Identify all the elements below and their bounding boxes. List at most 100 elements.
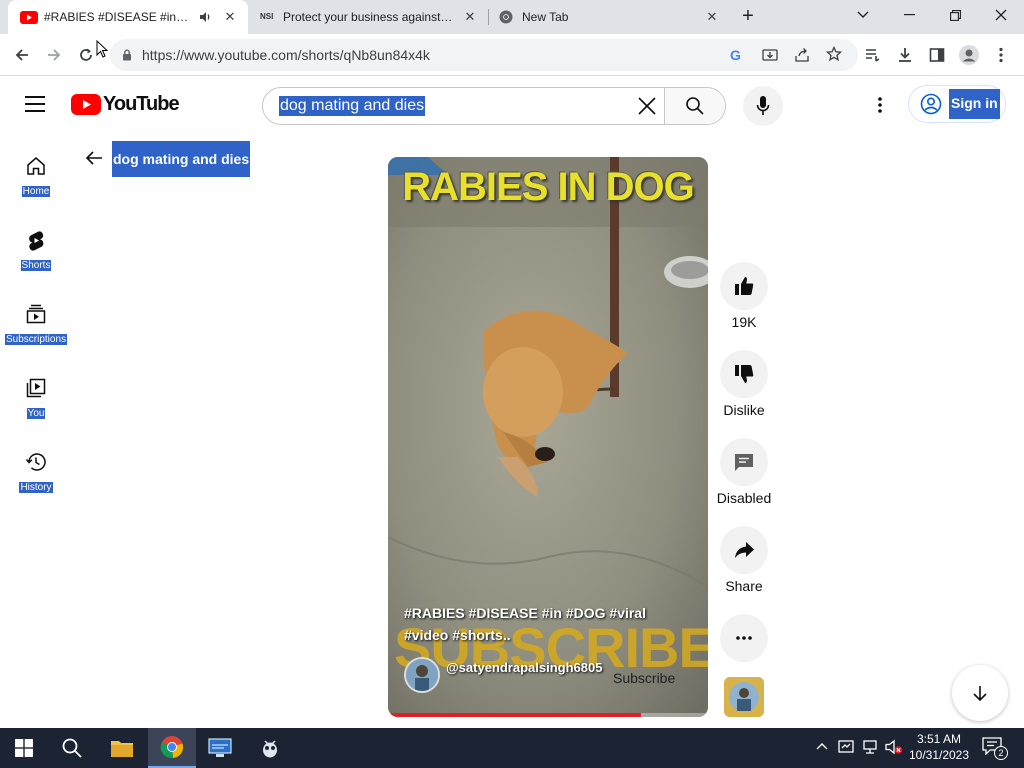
library-icon	[25, 377, 47, 399]
search-box[interactable]: dog mating and dies	[262, 87, 726, 125]
sidebar-item-label: You	[26, 408, 46, 419]
sound-thumbnail[interactable]	[724, 677, 764, 717]
sidebar-item-label: Subscriptions	[4, 334, 68, 345]
forward-button[interactable]	[41, 42, 67, 68]
downloads-icon[interactable]	[892, 42, 918, 68]
subscriptions-icon	[25, 303, 47, 325]
close-window-button[interactable]	[978, 0, 1024, 30]
nsi-favicon-icon: NSI	[260, 12, 274, 21]
youtube-header: YouTube dog mating and dies Sign in	[0, 77, 1024, 133]
start-button[interactable]	[0, 728, 48, 768]
app-taskbar-button[interactable]	[246, 728, 294, 768]
network-app-button[interactable]	[196, 728, 244, 768]
close-tab-icon[interactable]: ✕	[222, 9, 238, 25]
search-button[interactable]	[665, 88, 725, 124]
search-query-label: dog mating and dies	[112, 141, 251, 177]
thumbs-down-icon	[735, 365, 754, 383]
microphone-icon	[756, 96, 770, 115]
sidebar-item-shorts[interactable]: Shorts	[0, 229, 72, 299]
search-input[interactable]: dog mating and dies	[279, 96, 426, 116]
more-actions-button[interactable]	[720, 614, 768, 662]
taskbar-clock[interactable]: 3:51 AM 10/31/2023	[904, 731, 974, 763]
share-label: Share	[725, 578, 763, 594]
reading-list-icon[interactable]	[860, 42, 886, 68]
notifications-button[interactable]: 2	[982, 737, 1008, 760]
next-short-button[interactable]	[952, 665, 1008, 721]
dislike-button[interactable]	[720, 350, 768, 398]
youtube-favicon-icon	[20, 11, 38, 24]
profile-avatar-icon[interactable]	[956, 42, 982, 68]
tab-separator	[488, 9, 489, 25]
tab-protect-business[interactable]: NSI Protect your business against ne ✕	[250, 0, 486, 34]
settings-menu-icon[interactable]	[878, 97, 882, 113]
tab-search-icon[interactable]	[840, 0, 886, 30]
sign-in-button[interactable]: Sign in	[908, 85, 1006, 123]
channel-avatar[interactable]	[404, 657, 440, 693]
sidebar-item-subscriptions[interactable]: Subscriptions	[0, 303, 72, 373]
search-icon	[686, 97, 704, 115]
thumbs-up-icon	[735, 277, 754, 295]
sidebar-item-label: Shorts	[20, 260, 52, 271]
sidebar-item-home[interactable]: Home	[0, 155, 72, 225]
hamburger-menu-icon[interactable]	[24, 95, 46, 113]
clear-search-icon[interactable]	[637, 96, 657, 116]
network-icon[interactable]	[862, 739, 878, 755]
url-text: https://www.youtube.com/shorts/qNb8un84x…	[142, 47, 430, 63]
like-button[interactable]	[720, 262, 768, 310]
comment-icon	[735, 454, 753, 471]
video-progress-fill	[388, 713, 641, 717]
shorts-video-player[interactable]: RABIES IN DOG SUBSCRIBE #RABIES #DISEASE…	[388, 157, 708, 717]
share-icon	[735, 542, 754, 558]
sidebar-item-history[interactable]: History	[0, 451, 72, 521]
browser-menu-icon[interactable]	[988, 42, 1014, 68]
comments-label: Disabled	[716, 490, 772, 506]
address-bar[interactable]: https://www.youtube.com/shorts/qNb8un84x…	[110, 39, 858, 71]
bookmark-star-icon[interactable]	[826, 46, 842, 62]
video-caption[interactable]: #RABIES #DISEASE #in #DOG #viral #video …	[404, 602, 694, 646]
tab-youtube-short[interactable]: #RABIES #DISEASE #in #DOG ✕	[8, 0, 248, 34]
sidebar-item-label: Home	[21, 186, 51, 197]
browser-toolbar: https://www.youtube.com/shorts/qNb8un84x…	[0, 34, 1024, 76]
restore-button[interactable]	[932, 0, 978, 30]
minimize-button[interactable]	[886, 0, 932, 30]
video-progress-bar[interactable]	[388, 713, 708, 717]
channel-name[interactable]: @satyendrapalsingh6805	[446, 659, 606, 677]
google-icon[interactable]: G	[730, 47, 741, 63]
subscribe-button[interactable]: Subscribe	[613, 670, 675, 686]
close-tab-icon[interactable]: ✕	[462, 9, 478, 25]
history-icon	[25, 451, 47, 473]
account-icon	[920, 93, 942, 115]
taskbar-search-button[interactable]	[48, 728, 96, 768]
youtube-logo[interactable]: YouTube	[71, 93, 180, 117]
folder-icon	[111, 741, 133, 757]
new-tab-button[interactable]: +	[737, 5, 759, 27]
comments-button[interactable]	[720, 438, 768, 486]
sidebar-item-you[interactable]: You	[0, 377, 72, 447]
voice-search-button[interactable]	[743, 86, 783, 126]
back-arrow-icon[interactable]	[84, 148, 104, 168]
share-page-icon[interactable]	[794, 47, 810, 63]
file-explorer-button[interactable]	[98, 728, 146, 768]
tab-title: Protect your business against ne	[283, 10, 453, 24]
install-app-icon[interactable]	[762, 47, 778, 63]
arrow-down-icon	[973, 686, 987, 702]
youtube-logo-text: YouTube	[103, 93, 180, 115]
chrome-favicon-icon	[499, 10, 513, 24]
mouse-cursor-icon	[96, 40, 108, 58]
tab-new-tab[interactable]: New Tab ✕	[490, 0, 728, 34]
tray-app-icon[interactable]	[838, 739, 854, 755]
like-count: 19K	[731, 314, 757, 330]
dislike-label: Dislike	[723, 402, 765, 418]
volume-muted-icon[interactable]	[885, 739, 903, 755]
audio-playing-icon[interactable]	[198, 10, 212, 24]
chrome-taskbar-button[interactable]	[148, 728, 196, 768]
video-overlay-title: RABIES IN DOG	[402, 165, 694, 209]
notification-count: 2	[994, 746, 1008, 760]
back-button[interactable]	[9, 42, 35, 68]
close-tab-icon[interactable]: ✕	[704, 9, 720, 25]
home-icon	[25, 155, 47, 177]
share-button[interactable]	[720, 526, 768, 574]
side-panel-icon[interactable]	[924, 42, 950, 68]
show-hidden-icons-icon[interactable]	[816, 742, 828, 750]
shorts-icon	[25, 229, 47, 251]
